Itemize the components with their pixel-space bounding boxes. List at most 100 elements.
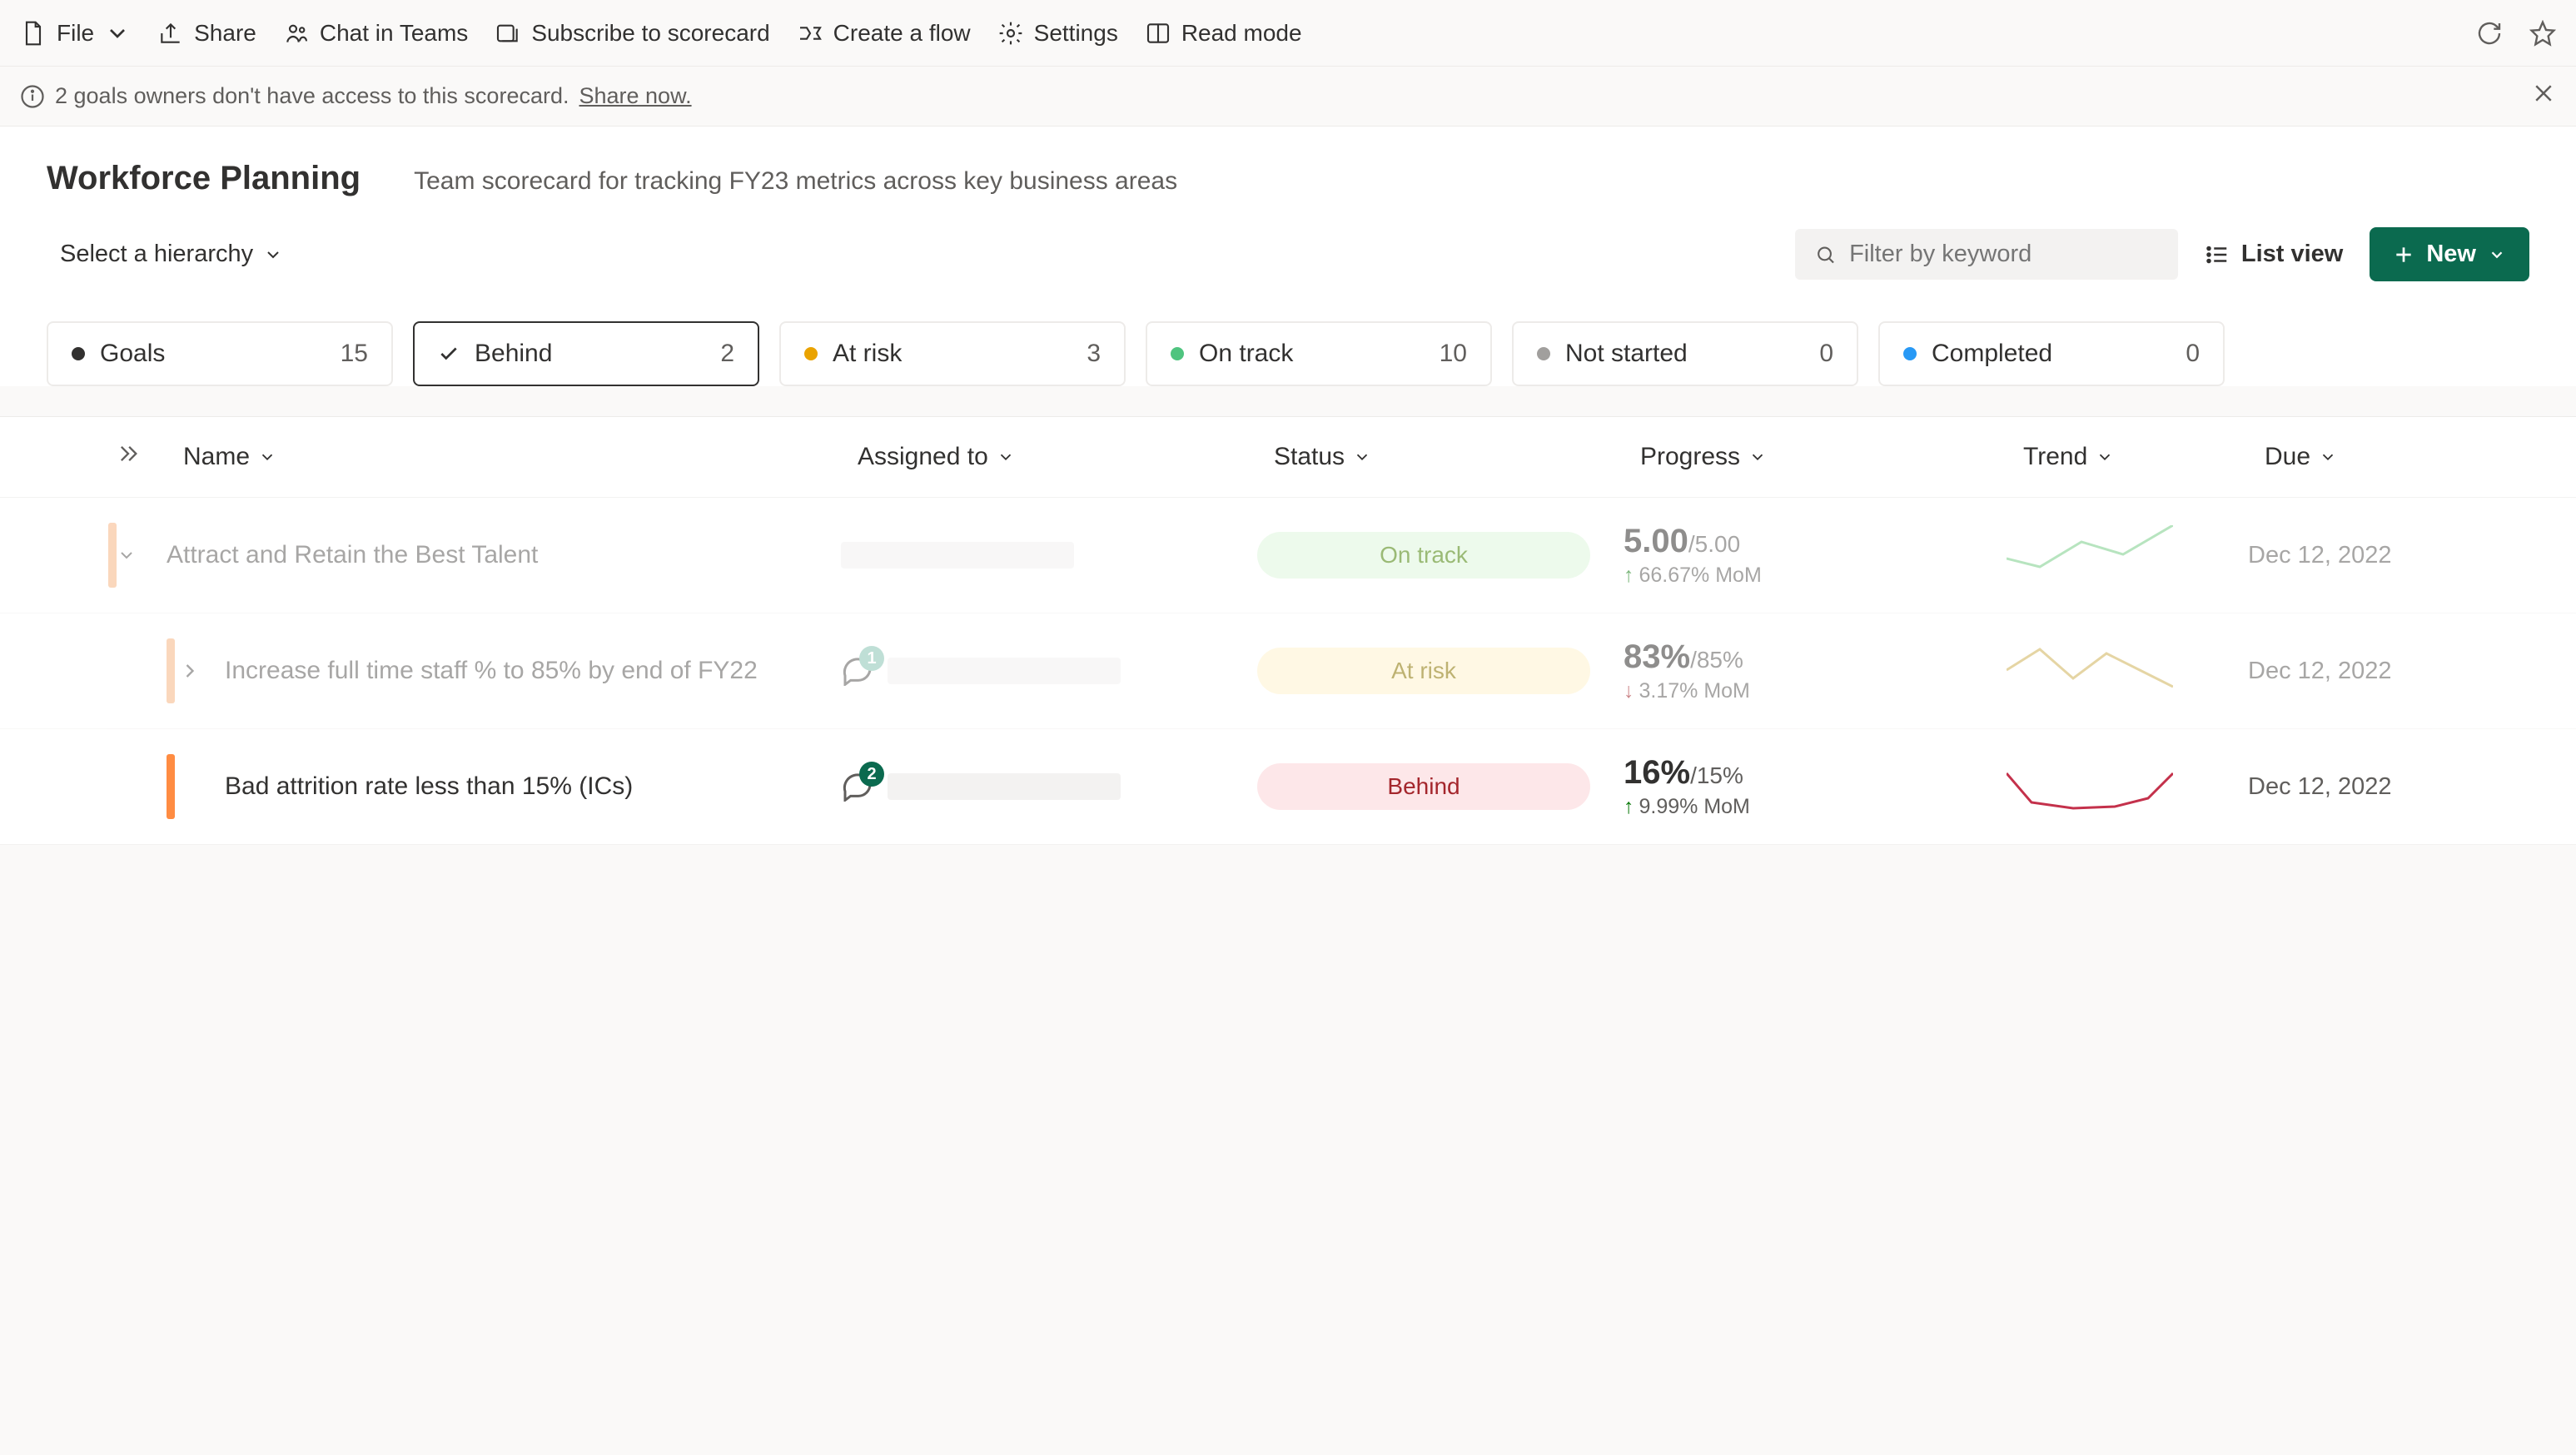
expand-toggle[interactable] (175, 659, 225, 683)
column-status[interactable]: Status (1274, 443, 1640, 471)
filter-card-completed[interactable]: Completed0 (1878, 321, 2225, 386)
refresh-icon (2476, 20, 2503, 47)
read-mode-icon (1145, 20, 1171, 47)
column-due-label: Due (2265, 443, 2310, 471)
table-row[interactable]: Increase full time staff % to 85% by end… (0, 613, 2576, 729)
column-assigned-label: Assigned to (858, 443, 988, 471)
filter-card-behind[interactable]: Behind2 (413, 321, 759, 386)
comment-count-badge: 1 (859, 646, 884, 671)
assigned-cell: 2 (841, 768, 1257, 805)
list-view-button[interactable]: List view (2205, 241, 2344, 268)
filter-card-on-track[interactable]: On track 10 (1146, 321, 1492, 386)
comment-button[interactable]: 1 (841, 653, 878, 689)
comment-button[interactable]: 2 (841, 768, 878, 805)
refresh-button[interactable] (2476, 20, 2503, 47)
sparkline (2007, 525, 2173, 583)
goal-name: Bad attrition rate less than 15% (ICs) (225, 772, 841, 801)
progress-cell: 83%/85%3.17% MoM (1624, 638, 2007, 703)
info-icon (20, 84, 45, 109)
list-view-label: List view (2241, 241, 2344, 268)
filter-label: On track (1199, 340, 1293, 368)
file-menu[interactable]: File (20, 20, 131, 47)
search-input-wrap[interactable] (1795, 229, 2178, 280)
column-trend[interactable]: Trend (2023, 443, 2265, 471)
column-name-label: Name (183, 443, 250, 471)
read-mode-button[interactable]: Read mode (1145, 20, 1302, 47)
subscribe-button[interactable]: Subscribe to scorecard (495, 20, 769, 47)
hierarchy-dropdown[interactable]: Select a hierarchy (47, 231, 296, 278)
assigned-cell: 1 (841, 653, 1257, 689)
filter-label: At risk (833, 340, 902, 368)
search-input[interactable] (1849, 241, 2158, 268)
filter-card-not-started[interactable]: Not started0 (1512, 321, 1858, 386)
share-button[interactable]: Share (157, 20, 256, 47)
new-button[interactable]: New (2370, 227, 2529, 281)
goal-name: Attract and Retain the Best Talent (167, 541, 841, 569)
expand-toggle[interactable] (117, 544, 167, 567)
filter-label: Goals (100, 340, 165, 368)
status-pill[interactable]: At risk (1257, 648, 1590, 694)
status-cell: Behind (1257, 763, 1624, 810)
share-now-link[interactable]: Share now. (579, 83, 691, 109)
chevron-right-icon (178, 659, 201, 683)
chat-teams-button[interactable]: Chat in Teams (283, 20, 468, 47)
teams-icon (283, 20, 310, 47)
filter-count: 15 (341, 340, 368, 368)
status-dot (804, 347, 818, 360)
progress-value: 83% (1624, 638, 1690, 675)
hierarchy-label: Select a hierarchy (60, 241, 253, 268)
flow-icon (797, 20, 823, 47)
read-mode-label: Read mode (1181, 20, 1302, 47)
close-notification-button[interactable] (2531, 81, 2556, 112)
column-trend-label: Trend (2023, 443, 2087, 471)
row-stripe (167, 638, 175, 703)
plus-icon (2393, 244, 2414, 266)
filter-card-at-risk[interactable]: At risk3 (779, 321, 1126, 386)
chevron-down-icon (258, 448, 276, 466)
filter-card-goals[interactable]: Goals 15 (47, 321, 393, 386)
favorite-button[interactable] (2529, 20, 2556, 47)
goals-table: Name Assigned to Status Progress Trend D… (0, 416, 2576, 845)
due-date: Dec 12, 2022 (2248, 542, 2431, 569)
settings-button[interactable]: Settings (997, 20, 1118, 47)
status-dot (1903, 347, 1917, 360)
table-row[interactable]: Attract and Retain the Best Talent On tra… (0, 498, 2576, 613)
table-row[interactable]: Bad attrition rate less than 15% (ICs)2 B… (0, 729, 2576, 845)
expand-all-button[interactable] (117, 442, 183, 472)
column-due[interactable]: Due (2265, 443, 2448, 471)
due-date: Dec 12, 2022 (2248, 773, 2431, 801)
create-flow-button[interactable]: Create a flow (797, 20, 971, 47)
column-name[interactable]: Name (183, 443, 858, 471)
toolbar: File Share Chat in Teams Subscribe to sc… (0, 0, 2576, 67)
progress-target: /5.00 (1688, 531, 1740, 557)
share-label: Share (194, 20, 256, 47)
column-progress[interactable]: Progress (1640, 443, 2023, 471)
progress-target: /85% (1690, 647, 1743, 673)
star-icon (2529, 20, 2556, 47)
due-date: Dec 12, 2022 (2248, 658, 2431, 685)
sparkline (2007, 757, 2173, 815)
subscribe-icon (495, 20, 521, 47)
new-label: New (2426, 241, 2476, 268)
progress-mom: 66.67% MoM (1624, 564, 2007, 588)
double-chevron-icon (117, 442, 140, 465)
filter-count: 2 (720, 340, 734, 368)
column-assigned[interactable]: Assigned to (858, 443, 1274, 471)
table-header: Name Assigned to Status Progress Trend D… (0, 417, 2576, 498)
assigned-placeholder (841, 542, 1074, 569)
status-cell: At risk (1257, 648, 1624, 694)
flow-label: Create a flow (833, 20, 971, 47)
column-progress-label: Progress (1640, 443, 1740, 471)
list-view-icon (2205, 242, 2230, 267)
filter-count: 0 (2186, 340, 2200, 368)
status-pill[interactable]: On track (1257, 532, 1590, 579)
filter-count: 10 (1440, 340, 1467, 368)
filter-count: 0 (1819, 340, 1833, 368)
chat-label: Chat in Teams (320, 20, 468, 47)
assigned-placeholder (888, 773, 1121, 800)
row-stripe (108, 523, 117, 588)
header-area: Workforce Planning Team scorecard for tr… (0, 127, 2576, 386)
status-pill[interactable]: Behind (1257, 763, 1590, 810)
assigned-cell (841, 542, 1257, 569)
status-dot (72, 347, 85, 360)
